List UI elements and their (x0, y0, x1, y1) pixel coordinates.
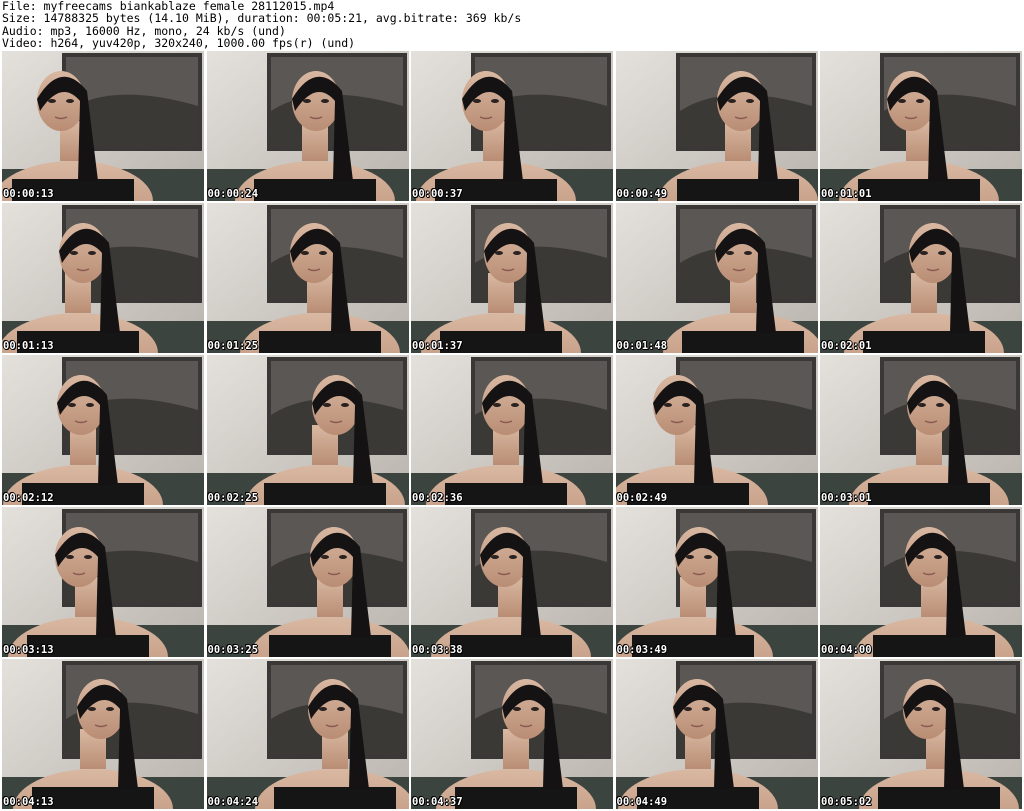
thumbnail-frame-image (411, 355, 613, 505)
thumbnail-timestamp: 00:01:25 (207, 340, 259, 352)
thumbnail-frame-image (2, 203, 204, 353)
thumbnail-timestamp: 00:02:12 (3, 492, 54, 504)
thumbnail-frame-image (2, 355, 204, 505)
video-thumbnail: 00:01:37 (411, 203, 613, 353)
thumbnail-timestamp: 00:01:13 (3, 340, 54, 352)
thumbnail-timestamp: 00:03:01 (821, 492, 872, 504)
thumbnail-frame-image (206, 659, 409, 809)
thumbnail-timestamp: 00:02:49 (616, 492, 668, 504)
thumbnail-frame-image (615, 355, 818, 505)
thumbnail-timestamp: 00:01:37 (412, 340, 463, 352)
video-thumbnail: 00:04:37 (411, 659, 613, 809)
thumbnail-timestamp: 00:02:25 (207, 492, 259, 504)
thumbnail-timestamp: 00:01:01 (821, 188, 872, 200)
video-thumbnail: 00:02:25 (206, 355, 409, 505)
thumbnail-frame-image (615, 659, 818, 809)
thumbnail-timestamp: 00:03:13 (3, 644, 54, 656)
thumbnail-timestamp: 00:05:02 (821, 796, 872, 808)
thumbnail-frame-image (820, 51, 1022, 201)
thumbnail-frame-image (820, 659, 1022, 809)
thumbnail-frame-image (411, 51, 613, 201)
thumbnail-frame-image (206, 51, 409, 201)
thumbnail-frame-image (820, 507, 1022, 657)
thumbnail-timestamp: 00:04:00 (821, 644, 872, 656)
file-name-line: File: myfreecams_biankablaze_female_2811… (2, 0, 335, 13)
thumbnail-timestamp: 00:04:49 (616, 796, 668, 808)
thumbnail-timestamp: 00:01:48 (616, 340, 668, 352)
video-thumbnail: 00:05:02 (820, 659, 1022, 809)
video-info-line: Video: h264, yuv420p, 320x240, 1000.00 f… (2, 37, 356, 50)
thumbnail-timestamp: 00:03:38 (412, 644, 463, 656)
thumbnail-frame-image (411, 507, 613, 657)
thumbnail-timestamp: 00:00:24 (207, 188, 259, 200)
thumbnail-frame-image (411, 659, 613, 809)
thumbnail-frame-image (2, 51, 204, 201)
thumbnail-timestamp: 00:02:01 (821, 340, 872, 352)
thumbnail-frame-image (820, 355, 1022, 505)
video-thumbnail: 00:04:13 (2, 659, 204, 809)
video-thumbnail: 00:02:01 (820, 203, 1022, 353)
thumbnail-frame-image (820, 203, 1022, 353)
video-thumbnail: 00:02:49 (615, 355, 818, 505)
thumbnail-frame-image (206, 507, 409, 657)
video-thumbnail: 00:01:48 (615, 203, 818, 353)
video-thumbnail: 00:02:12 (2, 355, 204, 505)
video-thumbnail: 00:04:49 (615, 659, 818, 809)
thumbnail-grid: 00:00:13 00:00:24 00:00:37 00:00:49 00:01:01… (2, 51, 1022, 809)
thumbnail-timestamp: 00:03:25 (207, 644, 259, 656)
video-thumbnail: 00:03:25 (206, 507, 409, 657)
thumbnail-timestamp: 00:02:36 (412, 492, 463, 504)
video-thumbnail: 00:00:24 (206, 51, 409, 201)
thumbnail-timestamp: 00:00:37 (412, 188, 463, 200)
file-size-line: Size: 14788325 bytes (14.10 MiB), durati… (2, 12, 522, 25)
thumbnail-timestamp: 00:04:37 (412, 796, 463, 808)
video-thumbnail: 00:00:37 (411, 51, 613, 201)
thumbnail-timestamp: 00:03:49 (616, 644, 668, 656)
thumbnail-timestamp: 00:04:13 (3, 796, 54, 808)
video-thumbnail: 00:03:49 (615, 507, 818, 657)
thumbnail-frame-image (206, 355, 409, 505)
video-thumbnail: 00:04:00 (820, 507, 1022, 657)
thumbnail-frame-image (2, 507, 204, 657)
video-thumbnail: 00:02:36 (411, 355, 613, 505)
thumbnail-frame-image (2, 659, 204, 809)
thumbnail-timestamp: 00:00:13 (3, 188, 54, 200)
video-thumbnail: 00:04:24 (206, 659, 409, 809)
video-thumbnail: 00:00:13 (2, 51, 204, 201)
video-thumbnail: 00:03:01 (820, 355, 1022, 505)
file-info-header: File: myfreecams_biankablaze_female_2811… (2, 0, 1020, 50)
video-thumbnail: 00:03:13 (2, 507, 204, 657)
thumbnail-frame-image (615, 203, 818, 353)
audio-info-line: Audio: mp3, 16000 Hz, mono, 24 kb/s (und… (2, 24, 286, 38)
video-thumbnail: 00:01:01 (820, 51, 1022, 201)
video-thumbnail: 00:00:49 (615, 51, 818, 201)
thumbnail-frame-image (411, 203, 613, 353)
video-thumbnail: 00:01:13 (2, 203, 204, 353)
thumbnail-timestamp: 00:00:49 (616, 188, 668, 200)
thumbnail-frame-image (615, 507, 818, 657)
video-thumbnail: 00:01:25 (206, 203, 409, 353)
thumbnail-frame-image (206, 203, 409, 353)
thumbnail-timestamp: 00:04:24 (207, 796, 259, 808)
thumbnail-frame-image (615, 51, 818, 201)
video-thumbnail: 00:03:38 (411, 507, 613, 657)
